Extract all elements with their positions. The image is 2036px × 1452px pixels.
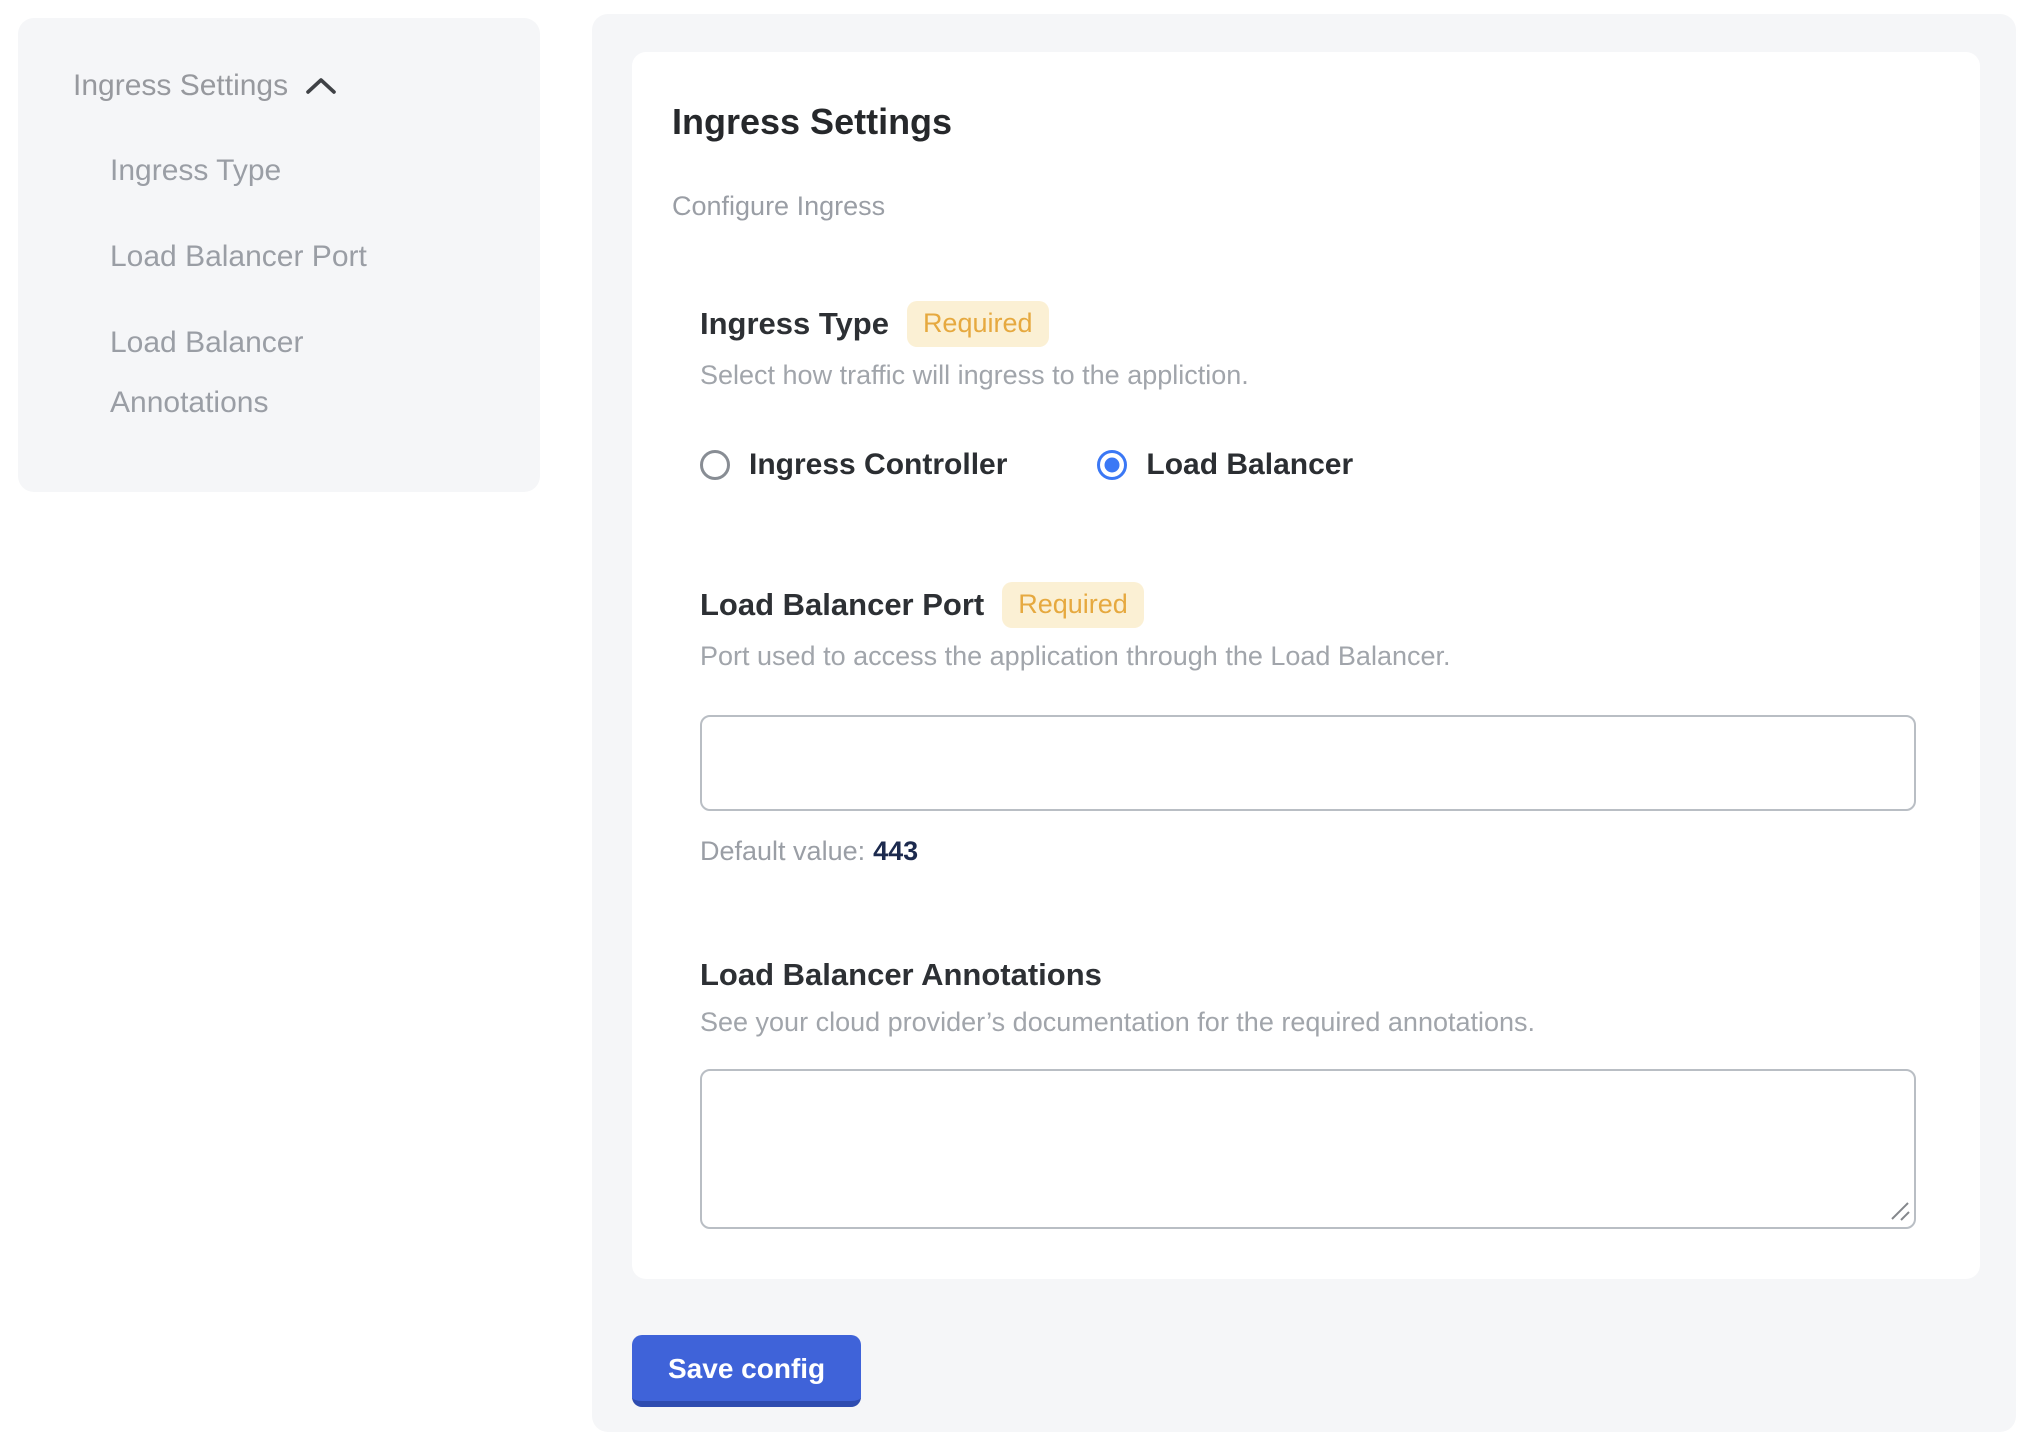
default-value: 443 [873,836,918,866]
radio-option-ingress-controller[interactable]: Ingress Controller [700,448,1007,482]
ingress-type-radio-group: Ingress Controller Load Balancer [700,448,1940,482]
sidebar-item-load-balancer-port[interactable]: Load Balancer Port [110,227,403,287]
lb-annotations-textarea-wrap [700,1069,1916,1229]
sidebar-item-load-balancer-annotations[interactable]: Load Balancer Annotations [110,313,403,433]
ingress-type-label: Ingress Type [700,305,889,343]
required-badge: Required [907,301,1049,347]
sidebar-group-label: Ingress Settings [73,68,288,104]
lb-annotations-label: Load Balancer Annotations [700,956,1102,994]
textarea-resize-handle-icon[interactable] [1889,1200,1911,1222]
ingress-settings-card: Ingress Settings Configure Ingress Ingre… [632,52,1980,1279]
page: Ingress Settings Ingress Type Load Balan… [0,0,2036,1452]
radio-option-load-balancer[interactable]: Load Balancer [1097,448,1353,482]
lb-port-default-row: Default value: 443 [700,835,1940,868]
section-ingress-type: Ingress Type Required Select how traffic… [700,301,1940,482]
section-load-balancer-port: Load Balancer Port Required Port used to… [700,582,1940,868]
sidebar-sublist: Ingress Type Load Balancer Port Load Bal… [73,141,403,433]
lb-annotations-textarea[interactable] [700,1069,1916,1229]
main-panel: Ingress Settings Configure Ingress Ingre… [592,14,2016,1432]
required-badge: Required [1002,582,1144,628]
ingress-type-description: Select how traffic will ingress to the a… [700,359,1940,392]
lb-port-description: Port used to access the application thro… [700,640,1940,673]
lb-port-label: Load Balancer Port [700,586,984,624]
default-value-label: Default value: [700,836,865,866]
radio-unselected-icon[interactable] [700,450,730,480]
page-subtitle: Configure Ingress [672,190,1940,223]
lb-port-input[interactable] [700,715,1916,811]
lb-annotations-description: See your cloud provider’s documentation … [700,1006,1940,1039]
sidebar-group-ingress-settings[interactable]: Ingress Settings [73,68,510,104]
sidebar-item-ingress-type[interactable]: Ingress Type [110,141,403,201]
settings-nav-sidebar: Ingress Settings Ingress Type Load Balan… [18,18,540,492]
save-config-button[interactable]: Save config [632,1335,861,1407]
radio-label-ingress-controller: Ingress Controller [749,448,1007,482]
radio-selected-icon[interactable] [1097,450,1127,480]
page-title: Ingress Settings [672,100,1940,144]
section-load-balancer-annotations: Load Balancer Annotations See your cloud… [700,956,1940,1229]
chevron-up-icon[interactable] [304,75,338,97]
radio-label-load-balancer: Load Balancer [1146,448,1353,482]
